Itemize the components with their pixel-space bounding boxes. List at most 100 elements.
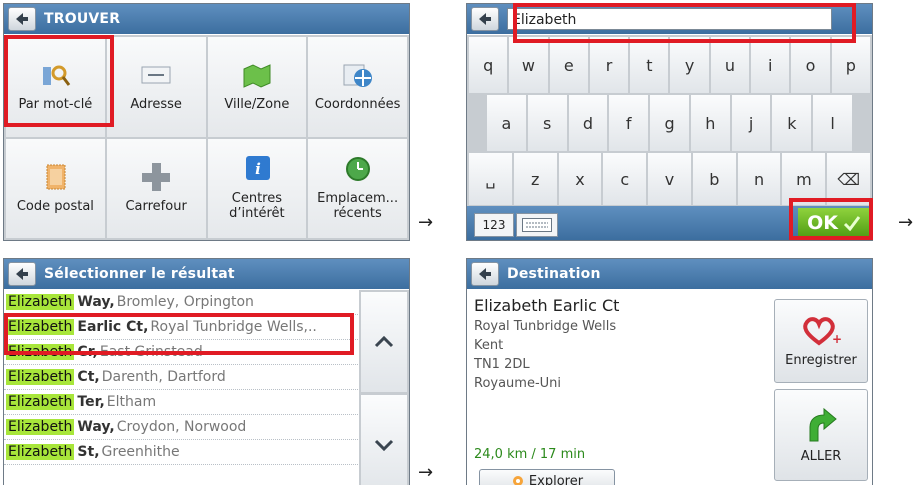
space-key[interactable]: ␣ <box>469 153 512 205</box>
key-l[interactable]: l <box>813 95 852 151</box>
step-arrow-2: → <box>898 212 913 233</box>
destination-titlebar: Destination <box>467 259 872 289</box>
key-f[interactable]: f <box>609 95 648 151</box>
street-locality: Bromley, Orpington <box>117 294 254 310</box>
street-locality: Darenth, Dartford <box>102 369 226 385</box>
coordinates-label: Coordonnées <box>315 97 401 112</box>
key-e[interactable]: e <box>550 37 588 93</box>
key-v[interactable]: v <box>648 153 691 205</box>
heart-add-icon: + <box>801 315 841 347</box>
key-q[interactable]: q <box>469 37 507 93</box>
keyboard-layout-button[interactable] <box>516 213 558 237</box>
key-r[interactable]: r <box>590 37 628 93</box>
find-title: TROUVER <box>44 11 120 27</box>
go-button[interactable]: ALLER <box>774 389 868 481</box>
destination-details: Elizabeth Earlic Ct Royal Tunbridge Well… <box>474 296 722 393</box>
back-arrow-icon <box>479 13 486 25</box>
numeric-mode-button[interactable]: 123 <box>474 213 514 237</box>
street-name: Way, <box>77 294 114 310</box>
list-item[interactable]: ElizabethSt,Greenhithe <box>4 440 358 465</box>
key-row-2: a s d f g h j k l <box>467 95 872 151</box>
crossroads-tile[interactable]: Carrefour <box>107 139 206 239</box>
destination-panel: Destination Elizabeth Earlic Ct Royal Tu… <box>466 258 873 485</box>
info-icon: i <box>241 155 273 183</box>
results-title: Sélectionner le résultat <box>44 266 235 282</box>
step-arrow-3: → <box>418 462 433 483</box>
list-item[interactable]: ElizabethWay,Bromley, Orpington <box>4 290 358 315</box>
street-locality: Greenhithe <box>102 444 180 460</box>
scroll-down-button[interactable] <box>361 395 407 485</box>
find-titlebar: TROUVER <box>4 4 409 34</box>
search-input-highlight-box <box>513 3 856 43</box>
destination-title: Destination <box>507 266 601 282</box>
key-i[interactable]: i <box>751 37 789 93</box>
chevron-up-icon <box>374 336 394 348</box>
city-zone-tile[interactable]: Ville/Zone <box>208 37 307 137</box>
key-p[interactable]: p <box>832 37 870 93</box>
results-scrollbar <box>359 290 409 485</box>
recent-places-label: Emplacem... récents <box>317 191 398 221</box>
explore-label: Explorer <box>529 474 583 485</box>
back-button[interactable] <box>471 262 499 286</box>
map-region-icon <box>241 61 273 89</box>
save-button[interactable]: + Enregistrer <box>774 299 868 383</box>
key-g[interactable]: g <box>650 95 689 151</box>
key-t[interactable]: t <box>630 37 668 93</box>
key-j[interactable]: j <box>732 95 771 151</box>
keyword-highlight-box <box>4 35 114 127</box>
svg-text:i: i <box>255 160 261 178</box>
key-z[interactable]: z <box>514 153 557 205</box>
street-name: Ter, <box>77 394 104 410</box>
match-highlight: Elizabeth <box>6 294 74 310</box>
key-x[interactable]: x <box>559 153 602 205</box>
list-item[interactable]: ElizabethTer,Eltham <box>4 390 358 415</box>
svg-text:+: + <box>832 332 841 346</box>
explore-button[interactable]: Explorer <box>479 469 615 485</box>
results-panel: Sélectionner le résultat ElizabethWay,Br… <box>3 258 410 485</box>
back-button[interactable] <box>8 262 36 286</box>
back-arrow-icon <box>16 13 23 25</box>
key-w[interactable]: w <box>509 37 547 93</box>
key-o[interactable]: o <box>791 37 829 93</box>
list-item[interactable]: ElizabethCt,Darenth, Dartford <box>4 365 358 390</box>
recent-places-tile[interactable]: Emplacem... récents <box>308 139 407 239</box>
turn-right-arrow-icon <box>802 407 840 443</box>
back-button[interactable] <box>471 7 499 31</box>
poi-label: Centres d’intérêt <box>229 191 285 221</box>
ok-highlight-box <box>789 198 873 240</box>
back-arrow-icon <box>16 268 23 280</box>
address-label: Adresse <box>130 97 182 112</box>
address-card-icon <box>140 61 172 89</box>
key-row-1: q w e r t y u i o p <box>467 37 872 93</box>
destination-town: Royal Tunbridge Wells <box>474 317 722 336</box>
key-a[interactable]: a <box>487 95 526 151</box>
key-n[interactable]: n <box>738 153 781 205</box>
postage-stamp-icon <box>39 163 71 191</box>
key-d[interactable]: d <box>569 95 608 151</box>
street-name: Way, <box>77 419 114 435</box>
address-tile[interactable]: Adresse <box>107 37 206 137</box>
destination-postcode: TN1 2DL <box>474 355 722 374</box>
street-name: Ct, <box>77 369 99 385</box>
poi-tile[interactable]: i Centres d’intérêt <box>208 139 307 239</box>
coordinates-tile[interactable]: Coordonnées <box>308 37 407 137</box>
key-b[interactable]: b <box>693 153 736 205</box>
key-c[interactable]: c <box>603 153 646 205</box>
scroll-up-button[interactable] <box>361 292 407 392</box>
crossroads-icon <box>140 163 172 191</box>
destination-county: Kent <box>474 336 722 355</box>
postcode-tile[interactable]: Code postal <box>6 139 105 239</box>
back-button[interactable] <box>8 7 36 31</box>
distance-time: 24,0 km / 17 min <box>474 447 585 462</box>
key-s[interactable]: s <box>528 95 567 151</box>
key-y[interactable]: y <box>670 37 708 93</box>
street-locality: Eltham <box>107 394 156 410</box>
globe-coordinates-icon <box>342 61 374 89</box>
destination-country: Royaume-Uni <box>474 374 722 393</box>
key-h[interactable]: h <box>691 95 730 151</box>
key-u[interactable]: u <box>711 37 749 93</box>
match-highlight: Elizabeth <box>6 444 74 460</box>
list-item[interactable]: ElizabethWay,Croydon, Norwood <box>4 415 358 440</box>
street-name: St, <box>77 444 99 460</box>
key-k[interactable]: k <box>772 95 811 151</box>
